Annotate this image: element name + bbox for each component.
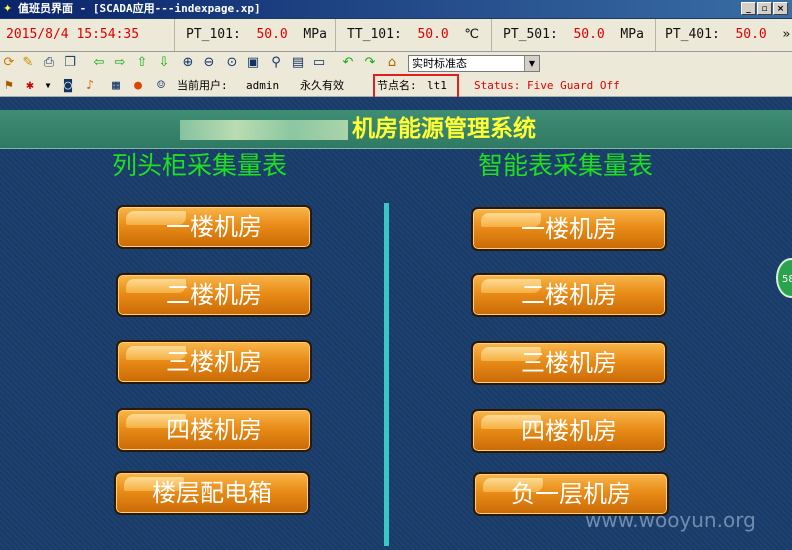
system-banner: 机房能源管理系统 [0, 110, 792, 149]
back-icon[interactable]: ↶ [340, 55, 356, 71]
chevron-down-icon[interactable]: ▼ [40, 78, 56, 94]
button-label: 负一层机房 [511, 480, 631, 508]
left-floor4-button[interactable]: 四楼机房 [116, 408, 312, 452]
minimize-button[interactable]: _ [741, 2, 756, 15]
search-icon[interactable]: ⚲ [268, 55, 284, 71]
reading-pt501: PT_501: 50.0 MPa [493, 19, 656, 51]
left-floor3-button[interactable]: 三楼机房 [116, 340, 312, 384]
reading-unit: ℃ [464, 27, 480, 42]
zoom-fit-icon[interactable]: ⊙ [224, 55, 240, 71]
status-text: Status: Five Guard Off [474, 79, 620, 92]
right-floor4-button[interactable]: 四楼机房 [471, 409, 667, 453]
copy-icon[interactable]: ❐ [62, 55, 78, 71]
reading-tag: PT_501: [503, 27, 558, 42]
reading-value: 50.0 [256, 27, 288, 42]
reading-value: 50.0 [735, 27, 767, 42]
divider [384, 203, 389, 546]
reading-value: 50.0 [573, 27, 605, 42]
camera-icon[interactable]: ◙ [60, 78, 76, 94]
refresh-icon[interactable]: ⟳ [1, 55, 17, 71]
app-icon: ✦ [3, 2, 13, 15]
left-floor1-button[interactable]: 一楼机房 [116, 205, 312, 249]
datetime: 2015/8/4 15:54:35 [0, 19, 175, 51]
arrow-down-icon[interactable]: ⇩ [156, 55, 172, 71]
left-floor2-button[interactable]: 二楼机房 [116, 273, 312, 317]
scroll-more-icon[interactable]: » [782, 27, 790, 42]
status-strip: 2015/8/4 15:54:35 PT_101: 50.0 MPa TT_10… [0, 19, 792, 52]
edit-icon[interactable]: ✎ [20, 55, 36, 71]
button-label: 楼层配电箱 [152, 479, 272, 507]
toolbar: ⟳ ✎ ⎙ ❐ ⇦ ⇨ ⇧ ⇩ ⊕ ⊖ ⊙ ▣ ⚲ ▤ ▭ ↶ ↷ ⌂ 实时标准… [0, 52, 792, 76]
button-label: 二楼机房 [166, 281, 262, 309]
current-user: admin [246, 79, 280, 92]
right-section-title: 智能表采集量表 [478, 151, 654, 180]
alarm-light-icon[interactable]: ● [130, 78, 146, 94]
reading-value: 50.0 [417, 27, 449, 42]
reading-tag: PT_101: [186, 27, 241, 42]
mode-select-value: 实时标准态 [412, 57, 467, 70]
button-label: 四楼机房 [521, 417, 617, 445]
reading-tt101: TT_101: 50.0 ℃ [337, 19, 492, 51]
left-section-title: 列头柜采集量表 [112, 151, 288, 180]
alarm-icon[interactable]: ⚑ [1, 78, 17, 94]
button-label: 三楼机房 [166, 348, 262, 376]
window-title: 值班员界面 - [SCADA应用---indexpage.xp] [18, 2, 261, 15]
user-icon[interactable]: ☺ [153, 78, 169, 94]
close-button[interactable]: × [773, 2, 788, 15]
arrow-up-icon[interactable]: ⇧ [134, 55, 150, 71]
zoom-area-icon[interactable]: ▣ [245, 55, 261, 71]
chevron-down-icon[interactable]: ▼ [524, 56, 539, 71]
restore-button[interactable]: ▫ [757, 2, 772, 15]
button-label: 四楼机房 [166, 416, 262, 444]
chart-icon[interactable]: ▤ [290, 55, 306, 71]
sound-icon[interactable]: ♪ [82, 78, 98, 94]
left-distribution-box-button[interactable]: 楼层配电箱 [114, 471, 310, 515]
right-floor3-button[interactable]: 三楼机房 [471, 341, 667, 385]
system-title: 机房能源管理系统 [352, 116, 536, 142]
reading-pt101: PT_101: 50.0 MPa [176, 19, 336, 51]
arrow-right-icon[interactable]: ⇨ [112, 55, 128, 71]
button-label: 二楼机房 [521, 281, 617, 309]
right-floor1-button[interactable]: 一楼机房 [471, 207, 667, 251]
table-icon[interactable]: ▦ [108, 78, 124, 94]
mode-select[interactable]: 实时标准态 ▼ [408, 55, 540, 72]
zoom-in-icon[interactable]: ⊕ [180, 55, 196, 71]
reading-tag: TT_101: [347, 27, 402, 42]
right-floor2-button[interactable]: 二楼机房 [471, 273, 667, 317]
reading-tag: PT_401: [665, 27, 720, 42]
arrow-left-icon[interactable]: ⇦ [91, 55, 107, 71]
zoom-out-icon[interactable]: ⊖ [201, 55, 217, 71]
print-icon[interactable]: ⎙ [41, 55, 57, 71]
reading-unit: MPa [620, 27, 644, 42]
reading-unit: MPa [303, 27, 327, 42]
button-label: 三楼机房 [521, 349, 617, 377]
validity: 永久有效 [300, 79, 344, 92]
forward-icon[interactable]: ↷ [362, 55, 378, 71]
current-user-label: 当前用户: [177, 79, 228, 92]
redacted-region [180, 120, 348, 140]
config-icon[interactable]: ✱ [22, 78, 38, 94]
window-icon[interactable]: ▭ [311, 55, 327, 71]
hmi-canvas: 机房能源管理系统 列头柜采集量表 智能表采集量表 一楼机房 二楼机房 三楼机房 … [0, 97, 792, 550]
button-label: 一楼机房 [166, 213, 262, 241]
home-icon[interactable]: ⌂ [384, 55, 400, 71]
reading-pt401: PT_401: 50.0 » [657, 19, 792, 51]
watermark: www.wooyun.org [585, 508, 756, 532]
button-label: 一楼机房 [521, 215, 617, 243]
window-title-bar: ✦ 值班员界面 - [SCADA应用---indexpage.xp] _ ▫ × [0, 0, 792, 18]
